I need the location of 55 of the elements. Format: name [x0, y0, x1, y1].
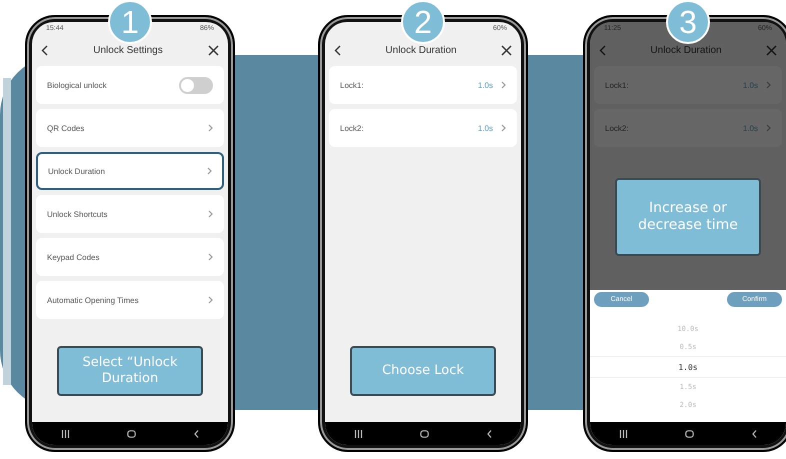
- settings-row[interactable]: QR Codes: [36, 109, 224, 147]
- home-icon[interactable]: [685, 430, 694, 438]
- back-icon[interactable]: [334, 44, 341, 56]
- settings-row[interactable]: Lock2: 1.0s: [329, 109, 517, 147]
- screen-title: Unlock Duration: [650, 44, 722, 56]
- row-label: Lock1:: [340, 80, 364, 90]
- chevron-right-icon: [208, 124, 213, 132]
- chevron-right-icon: [501, 81, 506, 89]
- chevron-right-icon: [208, 210, 213, 218]
- settings-row[interactable]: Biological unlock: [36, 66, 224, 104]
- settings-row[interactable]: Keypad Codes: [36, 238, 224, 276]
- back-icon[interactable]: [41, 44, 48, 56]
- row-label: Automatic Opening Times: [47, 296, 139, 304]
- step-number: 1: [108, 0, 152, 44]
- toggle-switch[interactable]: [179, 76, 213, 94]
- settings-row[interactable]: Unlock Duration: [36, 152, 224, 190]
- chevron-right-icon: [501, 124, 506, 132]
- recent-apps-icon[interactable]: [354, 430, 363, 438]
- close-icon[interactable]: [208, 44, 219, 56]
- row-label: Lock2:: [340, 124, 364, 132]
- screen-title: Unlock Settings: [93, 44, 163, 56]
- settings-row[interactable]: Unlock Shortcuts: [36, 195, 224, 233]
- settings-row[interactable]: Lock1: 1.0s: [329, 66, 517, 104]
- recent-apps-icon[interactable]: [618, 430, 628, 438]
- settings-row[interactable]: Automatic Opening Times: [36, 281, 224, 319]
- value-text: 1.0s: [742, 80, 758, 90]
- value-text: 1.0s: [478, 80, 493, 90]
- chevron-right-icon: [208, 253, 213, 261]
- chevron-right-icon: [207, 167, 212, 175]
- chevron-right-icon: [766, 81, 771, 89]
- chevron-right-icon: [766, 124, 771, 132]
- row-label: Biological unlock: [47, 80, 107, 90]
- close-icon[interactable]: [501, 44, 512, 56]
- home-icon[interactable]: [420, 430, 430, 438]
- back-icon[interactable]: [487, 430, 492, 438]
- home-icon[interactable]: [127, 430, 136, 438]
- back-icon[interactable]: [194, 430, 200, 438]
- row-label: Unlock Shortcuts: [47, 210, 108, 218]
- recent-apps-icon[interactable]: [60, 430, 70, 438]
- row-label: Lock1:: [605, 80, 629, 90]
- row-label: Keypad Codes: [47, 252, 100, 262]
- row-label: QR Codes: [47, 124, 84, 132]
- step-number: 3: [666, 0, 710, 44]
- back-icon[interactable]: [752, 430, 758, 438]
- instruction-callout: Increase or decrease time: [615, 178, 761, 256]
- row-label: Unlock Duration: [48, 166, 105, 176]
- instruction-callout: Select “Unlock Duration: [57, 346, 203, 396]
- screen-title: Unlock Duration: [385, 44, 457, 56]
- step-number: 2: [401, 0, 445, 44]
- chevron-right-icon: [208, 296, 213, 304]
- picker-option[interactable]: 1.0s: [590, 356, 786, 378]
- row-label: Lock2:: [605, 124, 629, 132]
- instruction-callout: Choose Lock: [350, 346, 496, 396]
- value-text: 1.0s: [478, 124, 493, 132]
- value-text: 1.0s: [742, 124, 758, 132]
